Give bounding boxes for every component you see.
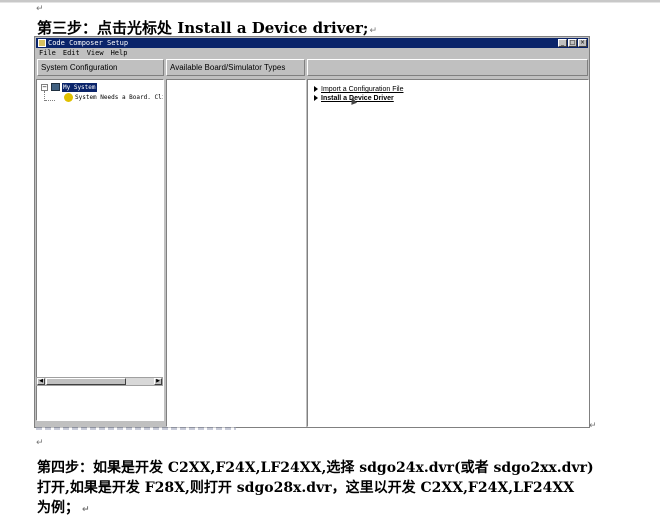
step-four-line-2: 打开,如果是开发 F28X,则打开 sdgo28x.dvr，这里以开发 C2XX… (37, 480, 575, 496)
minimize-button[interactable]: _ (558, 39, 567, 47)
close-button[interactable]: × (578, 39, 587, 47)
step-four-line-3-text: 为例； (37, 500, 79, 516)
menu-file[interactable]: File (39, 48, 56, 58)
code-composer-setup-window: Code Composer Setup _ □ × File Edit View… (34, 36, 590, 428)
tree-collapse-icon[interactable]: − (41, 84, 48, 91)
tree-item-needs-board[interactable]: System Needs a Board. Click (75, 93, 163, 102)
menu-bar: File Edit View Help (36, 48, 588, 58)
paragraph-mark: ↵ (589, 421, 597, 431)
actions-pane: Import a Configuration File Install a De… (307, 79, 589, 427)
import-config-link[interactable]: Import a Configuration File (314, 85, 403, 94)
page-top-rule-shadow (0, 2, 660, 3)
board-warning-icon (64, 93, 73, 102)
horizontal-scrollbar[interactable]: ◀ ▶ (36, 377, 163, 386)
computer-icon (51, 83, 60, 91)
scroll-left-arrow-icon[interactable]: ◀ (37, 378, 45, 385)
menu-edit[interactable]: Edit (63, 48, 80, 58)
scroll-right-arrow-icon[interactable]: ▶ (154, 378, 162, 385)
paragraph-mark: ↵ (36, 438, 44, 448)
scroll-thumb[interactable] (46, 378, 126, 385)
window-title: Code Composer Setup (48, 39, 129, 47)
tree-connector-branch (45, 100, 55, 102)
arrow-bullet-icon (314, 86, 318, 93)
system-configuration-header[interactable]: System Configuration (37, 59, 164, 76)
app-icon (38, 39, 46, 47)
system-configuration-pane: − My System System Needs a Board. Click (36, 79, 164, 421)
maximize-button[interactable]: □ (568, 39, 577, 47)
paragraph-mark: ↵ (369, 26, 377, 36)
step-four-line-1: 第四步：如果是开发 C2XX,F24X,LF24XX,选择 sdgo24x.dv… (37, 460, 594, 476)
window-controls: _ □ × (558, 39, 587, 47)
step-three-text: 第三步：点击光标处 Install a Device driver; (37, 19, 369, 37)
menu-help[interactable]: Help (111, 48, 128, 58)
step-four-line-3: 为例； ↵ (37, 497, 90, 517)
actions-header[interactable] (307, 59, 588, 76)
tree-item-my-system[interactable]: My System (62, 83, 97, 92)
board-types-pane (166, 79, 306, 427)
arrow-bullet-icon (314, 95, 318, 102)
window-titlebar[interactable]: Code Composer Setup _ □ × (36, 38, 588, 48)
status-bar-strip (36, 427, 236, 430)
board-types-header[interactable]: Available Board/Simulator Types (166, 59, 305, 76)
paragraph-mark: ↵ (82, 505, 90, 515)
step-three-heading: 第三步：点击光标处 Install a Device driver;↵ (37, 17, 377, 38)
paragraph-mark: ↵ (36, 4, 44, 14)
menu-view[interactable]: View (87, 48, 104, 58)
